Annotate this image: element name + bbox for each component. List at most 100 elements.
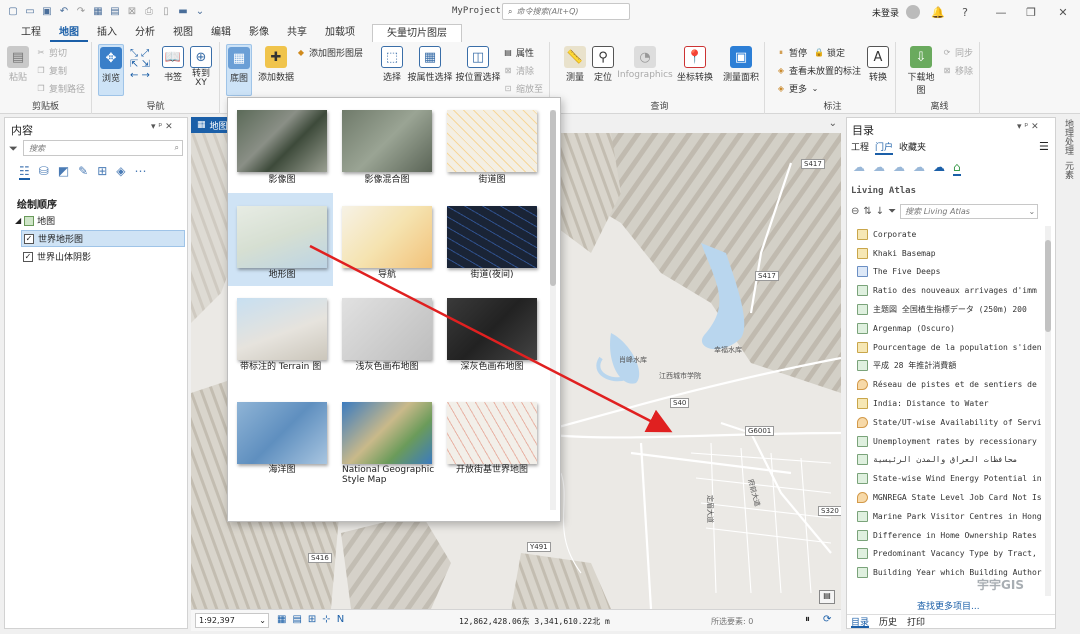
- new-project-icon[interactable]: ▢: [6, 4, 20, 18]
- zoom-tools[interactable]: ⤡ ⤢ ⇱ ⇲ ← →: [130, 48, 154, 84]
- filter-icon[interactable]: ⏷: [9, 142, 18, 156]
- basemap-thumb-streets-night[interactable]: [447, 206, 537, 268]
- filter-icon[interactable]: ⏷: [888, 206, 896, 217]
- copy-path-button[interactable]: ❐ 复制路径: [36, 82, 85, 95]
- clipboard-icon[interactable]: ▯: [159, 4, 173, 18]
- basemap-button[interactable]: ▦ 底图: [226, 44, 252, 96]
- clear-selection-button[interactable]: ⊠ 清除: [503, 64, 534, 77]
- data-source-icon[interactable]: ⛁: [39, 164, 49, 180]
- map-node[interactable]: ◢ 地图: [15, 214, 55, 227]
- measure-area-button[interactable]: ▣ 测量面积: [721, 46, 761, 83]
- catalog-item[interactable]: 平成 28 年推計消費額: [857, 357, 1043, 376]
- tab-analysis[interactable]: 分析: [126, 24, 164, 42]
- bottom-tab-print[interactable]: 打印: [907, 615, 925, 628]
- editing-icon[interactable]: ✎: [78, 164, 88, 180]
- gallery-scroll-thumb[interactable]: [550, 110, 556, 286]
- basemap-thumb-natgeo[interactable]: [342, 402, 432, 464]
- living-atlas-icon[interactable]: ⌂: [953, 160, 961, 176]
- catalog-item[interactable]: محافظات العراق والمدن الرئيسية: [857, 451, 1043, 470]
- layer-visibility-checkbox[interactable]: ✓: [23, 251, 33, 262]
- basemap-thumb-navigation[interactable]: [342, 206, 432, 268]
- user-avatar-icon[interactable]: [905, 4, 921, 20]
- redo-icon[interactable]: ↷: [74, 4, 88, 18]
- catalog-pane-options-icon[interactable]: ▾ ᵖ ✕: [1017, 122, 1039, 132]
- basemap-thumb-streets[interactable]: [447, 110, 537, 172]
- goto-xy-button[interactable]: ⊕ 转到 XY: [188, 46, 214, 88]
- side-tab-geoprocessing[interactable]: 地理处理: [1062, 119, 1075, 155]
- pane-options-icon[interactable]: ▾ ᵖ ✕: [151, 122, 173, 132]
- bookmarks-button[interactable]: 📖 书签: [160, 46, 186, 83]
- locate-button[interactable]: ⚲ 定位: [591, 46, 615, 83]
- pause-drawing-icon[interactable]: ⏸: [805, 614, 810, 625]
- open-table-icon[interactable]: ▤: [108, 4, 122, 18]
- bottom-tab-history[interactable]: 历史: [879, 615, 897, 628]
- select-button[interactable]: ⬚ 选择: [379, 46, 405, 83]
- catalog-item[interactable]: State/UT-wise Availability of Servi: [857, 413, 1043, 432]
- ruler-icon[interactable]: ▬: [176, 4, 190, 18]
- organization-icon[interactable]: ☁: [893, 160, 905, 176]
- back-icon[interactable]: ⊖: [851, 206, 859, 217]
- view-unplaced-labels-button[interactable]: ◈ 查看未放置的标注: [776, 64, 861, 77]
- catalog-menu-icon[interactable]: ☰: [1039, 140, 1049, 153]
- catalog-tab-portal[interactable]: 门户: [875, 140, 894, 155]
- catalog-item[interactable]: Corporate: [857, 225, 1043, 244]
- tab-map[interactable]: 地图: [50, 24, 88, 42]
- tab-vector-tile-layer[interactable]: 矢量切片图层: [372, 24, 462, 42]
- catalog-item[interactable]: State-wise Wind Energy Potential in: [857, 469, 1043, 488]
- cloud-icon[interactable]: ☁: [933, 160, 945, 176]
- collapse-icon[interactable]: ◢: [15, 216, 21, 225]
- tab-edit[interactable]: 编辑: [202, 24, 240, 42]
- catalog-scrollbar[interactable]: [1045, 226, 1051, 596]
- basemap-thumb-osm[interactable]: [447, 402, 537, 464]
- copy-button[interactable]: ❐ 复制: [36, 64, 67, 77]
- convert-labels-button[interactable]: A 转换: [866, 46, 890, 83]
- catalog-item[interactable]: Predominant Vacancy Type by Tract,: [857, 545, 1043, 564]
- save-icon[interactable]: ▣: [40, 4, 54, 18]
- contents-search-input[interactable]: 搜索 ⌕: [23, 140, 183, 156]
- open-project-icon[interactable]: ▭: [23, 4, 37, 18]
- side-tab-elements[interactable]: 元素: [1062, 161, 1075, 179]
- lock-labels-button[interactable]: 🔒 锁定: [814, 46, 845, 59]
- basemap-thumb-oceans[interactable]: [237, 402, 327, 464]
- download-map-button[interactable]: ⇩ 下载地图: [904, 46, 938, 96]
- catalog-scroll-thumb[interactable]: [1045, 240, 1051, 332]
- select-by-location-button[interactable]: ◫ 按位置选择: [455, 46, 501, 83]
- bottom-tab-catalog[interactable]: 目录: [851, 615, 870, 628]
- drawing-order-icon[interactable]: ☷: [19, 164, 30, 180]
- snapping-icon[interactable]: ⊞: [97, 164, 107, 180]
- tab-project[interactable]: 工程: [12, 24, 50, 42]
- login-status[interactable]: 未登录: [872, 6, 899, 19]
- restore-icon[interactable]: ❐: [1023, 4, 1039, 20]
- sort-desc-icon[interactable]: ↓: [876, 206, 884, 217]
- basemap-thumb-imagery-hybrid[interactable]: [342, 110, 432, 172]
- catalog-tab-project[interactable]: 工程: [851, 140, 869, 155]
- catalog-item[interactable]: The Five Deeps: [857, 263, 1043, 282]
- sync-button[interactable]: ⟳ 同步: [942, 46, 973, 59]
- find-more-items-link[interactable]: 查找更多项目...: [917, 599, 980, 612]
- add-graphics-layer-button[interactable]: ◆ 添加图形图层: [296, 46, 363, 59]
- sort-icon[interactable]: ⇅: [863, 206, 871, 217]
- catalog-item[interactable]: Marine Park Visitor Centres in Hong: [857, 507, 1043, 526]
- catalog-item[interactable]: Pourcentage de la population s'iden: [857, 338, 1043, 357]
- layer-world-hillshade[interactable]: ✓ 世界山体阴影: [23, 250, 91, 263]
- catalog-item[interactable]: Khaki Basemap: [857, 244, 1043, 263]
- layer-world-topo[interactable]: ✓ 世界地形图: [21, 230, 185, 247]
- select-by-attributes-button[interactable]: ▦ 按属性选择: [407, 46, 453, 83]
- more-dots-icon[interactable]: ⋯: [135, 164, 147, 180]
- arcgis-online-icon[interactable]: ☁: [913, 160, 925, 176]
- coordinate-conversion-button[interactable]: 📍 坐标转换: [675, 46, 715, 83]
- tab-insert[interactable]: 插入: [88, 24, 126, 42]
- tab-share[interactable]: 共享: [278, 24, 316, 42]
- catalog-item[interactable]: India: Distance to Water: [857, 394, 1043, 413]
- add-data-button[interactable]: ✚ 添加数据: [256, 46, 296, 83]
- notifications-icon[interactable]: 🔔: [930, 4, 946, 20]
- command-search-input[interactable]: ⌕ 命令搜索(Alt+Q): [502, 3, 630, 20]
- topology-icon[interactable]: ⊞: [308, 614, 316, 625]
- window-close-icon[interactable]: ✕: [1055, 4, 1071, 20]
- layer-visibility-checkbox[interactable]: ✓: [24, 233, 34, 244]
- catalog-item[interactable]: Réseau de pistes et de sentiers de: [857, 375, 1043, 394]
- help-icon[interactable]: ?: [957, 4, 973, 20]
- table-view-icon[interactable]: ▤: [292, 614, 301, 625]
- infographics-button[interactable]: ◔ Infographics: [617, 46, 673, 80]
- labeling-icon[interactable]: ◈: [116, 164, 125, 180]
